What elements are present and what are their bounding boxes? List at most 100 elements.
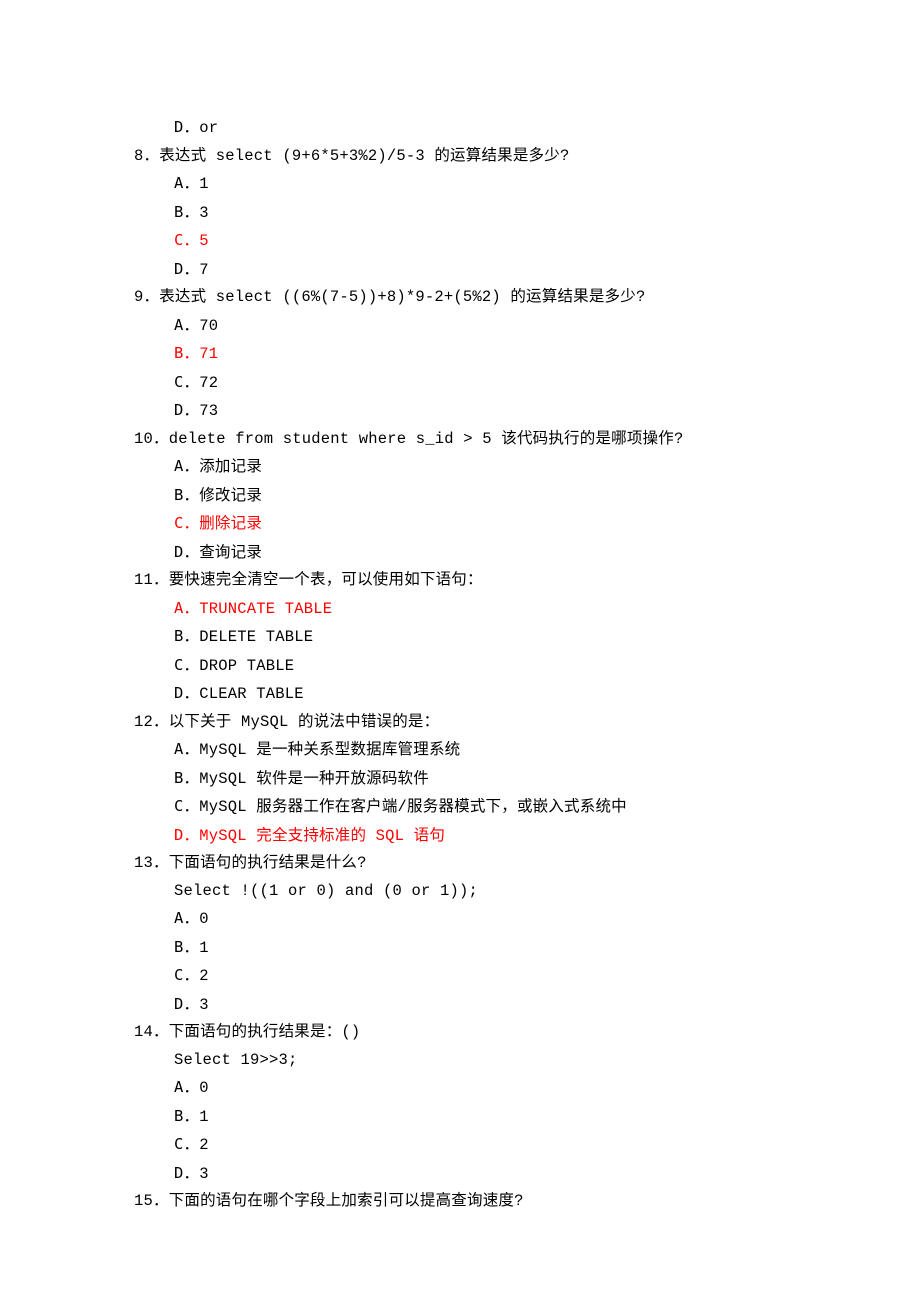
option-letter: D．: [174, 401, 199, 419]
question-text: 下面的语句在哪个字段上加索引可以提高查询速度?: [169, 1192, 524, 1210]
option-correct: A．TRUNCATE TABLE: [174, 595, 800, 624]
option-letter: B．: [174, 1107, 199, 1125]
question-stem: 14．下面语句的执行结果是：(): [134, 1019, 800, 1047]
option: A．0: [174, 1074, 800, 1103]
option-letter: C．: [174, 656, 199, 674]
option-text: TRUNCATE TABLE: [199, 600, 332, 618]
option-letter: D．: [174, 543, 199, 561]
question-text: delete from student where s_id > 5 该代码执行…: [169, 430, 684, 448]
option-letter: D．: [174, 995, 199, 1013]
option: A．MySQL 是一种关系型数据库管理系统: [174, 736, 800, 765]
question-8: 8．表达式 select (9+6*5+3%2)/5-3 的运算结果是多少? A…: [134, 143, 800, 285]
question-text: 表达式 select ((6%(7-5))+8)*9-2+(5%2) 的运算结果…: [159, 288, 645, 306]
option-letter: B．: [174, 344, 199, 362]
question-stem: 9．表达式 select ((6%(7-5))+8)*9-2+(5%2) 的运算…: [134, 284, 800, 312]
option-text: 7: [199, 261, 209, 279]
option-text: 0: [199, 1079, 209, 1097]
option: B．DELETE TABLE: [174, 623, 800, 652]
option: A．1: [174, 170, 800, 199]
option-text: 添加记录: [199, 458, 262, 476]
option: D．or: [174, 114, 800, 143]
question-number: 9．: [134, 284, 159, 312]
option-letter: A．: [174, 599, 199, 617]
question-9: 9．表达式 select ((6%(7-5))+8)*9-2+(5%2) 的运算…: [134, 284, 800, 426]
option: D．CLEAR TABLE: [174, 680, 800, 709]
option-text: MySQL 完全支持标准的 SQL 语句: [199, 827, 445, 845]
question-stem: 13．下面语句的执行结果是什么?: [134, 850, 800, 878]
question-text: 要快速完全清空一个表，可以使用如下语句：: [169, 571, 483, 589]
option-letter: A．: [174, 457, 199, 475]
option-text: 72: [199, 374, 218, 392]
exam-page: D．or 8．表达式 select (9+6*5+3%2)/5-3 的运算结果是…: [0, 0, 920, 1302]
question-number: 14．: [134, 1019, 169, 1047]
option-letter: D．: [174, 1164, 199, 1182]
option-letter: D．: [174, 826, 199, 844]
question-text: 表达式 select (9+6*5+3%2)/5-3 的运算结果是多少?: [159, 147, 569, 165]
question-code: Select 19>>3;: [134, 1047, 800, 1075]
option-text: 71: [199, 345, 218, 363]
option-text: MySQL 软件是一种开放源码软件: [199, 770, 429, 788]
question-number: 10．: [134, 426, 169, 454]
option-text: 1: [199, 175, 209, 193]
option-text: 5: [199, 232, 209, 250]
option-letter: A．: [174, 909, 199, 927]
option-text: 1: [199, 939, 209, 957]
option-letter: C．: [174, 1135, 199, 1153]
question-options: A．70 B．71 C．72 D．73: [134, 312, 800, 426]
question-14: 14．下面语句的执行结果是：() Select 19>>3; A．0 B．1 C…: [134, 1019, 800, 1188]
option: D．查询记录: [174, 539, 800, 568]
option-letter: C．: [174, 797, 199, 815]
option-text: DROP TABLE: [199, 657, 294, 675]
question-number: 12．: [134, 709, 169, 737]
option-correct: D．MySQL 完全支持标准的 SQL 语句: [174, 822, 800, 851]
option: A．添加记录: [174, 453, 800, 482]
question-text: 下面语句的执行结果是：(): [169, 1023, 361, 1041]
option: D．3: [174, 991, 800, 1020]
question-7-options-remnant: D．or: [134, 114, 800, 143]
question-15: 15．下面的语句在哪个字段上加索引可以提高查询速度?: [134, 1188, 800, 1216]
question-stem: 8．表达式 select (9+6*5+3%2)/5-3 的运算结果是多少?: [134, 143, 800, 171]
option-text: 查询记录: [199, 544, 262, 562]
option-text: 3: [199, 1165, 209, 1183]
option-text: DELETE TABLE: [199, 628, 313, 646]
option-letter: A．: [174, 316, 199, 334]
option: C．72: [174, 369, 800, 398]
question-12: 12．以下关于 MySQL 的说法中错误的是： A．MySQL 是一种关系型数据…: [134, 709, 800, 851]
option-text: MySQL 服务器工作在客户端/服务器模式下，或嵌入式系统中: [199, 798, 627, 816]
question-code: Select !((1 or 0) and (0 or 1));: [134, 878, 800, 906]
option-text: 2: [199, 967, 209, 985]
question-options: A．添加记录 B．修改记录 C．删除记录 D．查询记录: [134, 453, 800, 567]
option-letter: B．: [174, 627, 199, 645]
option-letter: D．: [174, 118, 199, 136]
question-options: A．TRUNCATE TABLE B．DELETE TABLE C．DROP T…: [134, 595, 800, 709]
option-correct: C．删除记录: [174, 510, 800, 539]
option-text: 删除记录: [199, 515, 262, 533]
option-correct: B．71: [174, 340, 800, 369]
option-letter: C．: [174, 966, 199, 984]
option-correct: C．5: [174, 227, 800, 256]
option-letter: B．: [174, 769, 199, 787]
question-options: A．0 B．1 C．2 D．3: [134, 1074, 800, 1188]
option-text: 3: [199, 996, 209, 1014]
question-stem: 15．下面的语句在哪个字段上加索引可以提高查询速度?: [134, 1188, 800, 1216]
question-number: 15．: [134, 1188, 169, 1216]
option-letter: C．: [174, 514, 199, 532]
question-number: 13．: [134, 850, 169, 878]
option-text: 73: [199, 402, 218, 420]
option-letter: B．: [174, 203, 199, 221]
option: C．DROP TABLE: [174, 652, 800, 681]
option-letter: C．: [174, 231, 199, 249]
question-number: 11．: [134, 567, 169, 595]
option: A．70: [174, 312, 800, 341]
option: D．73: [174, 397, 800, 426]
option: C．2: [174, 962, 800, 991]
question-text: 以下关于 MySQL 的说法中错误的是：: [169, 713, 440, 731]
option-letter: A．: [174, 740, 199, 758]
question-stem: 11．要快速完全清空一个表，可以使用如下语句：: [134, 567, 800, 595]
option: B．1: [174, 1103, 800, 1132]
option-letter: A．: [174, 1078, 199, 1096]
option: D．3: [174, 1160, 800, 1189]
option-text: 2: [199, 1136, 209, 1154]
question-number: 8．: [134, 143, 159, 171]
question-13: 13．下面语句的执行结果是什么? Select !((1 or 0) and (…: [134, 850, 800, 1019]
